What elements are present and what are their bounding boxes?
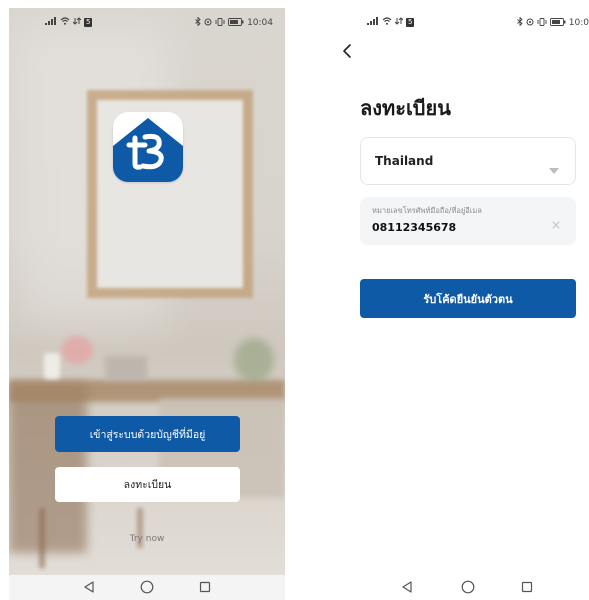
screenshot-stage: 5 10:04 เข้าสู่ระบบด้วยบัญชีที่มีอยู่ ลง… bbox=[0, 0, 589, 600]
bluetooth-icon bbox=[516, 16, 523, 29]
carrier-badge: 5 bbox=[84, 18, 93, 27]
plant-blur bbox=[234, 338, 274, 382]
carrier-badge: 5 bbox=[406, 18, 415, 27]
signal-icon bbox=[45, 17, 57, 28]
clear-icon[interactable] bbox=[551, 215, 561, 229]
battery-icon bbox=[549, 17, 566, 29]
vibrate-icon bbox=[537, 17, 547, 29]
get-verification-code-button[interactable]: รับโค้ดยืนยันตัวตน bbox=[360, 279, 576, 318]
tb-logo-icon bbox=[113, 112, 183, 182]
country-value: Thailand bbox=[375, 154, 434, 168]
bluetooth-icon bbox=[195, 16, 201, 29]
phone-email-value: 08112345678 bbox=[372, 221, 457, 234]
home-circle-icon[interactable] bbox=[459, 579, 477, 595]
heart-decoration bbox=[61, 336, 93, 364]
login-existing-account-button[interactable]: เข้าสู่ระบบด้วยบัญชีที่มีอยู่ bbox=[55, 416, 240, 452]
wifi-icon bbox=[382, 17, 392, 28]
vase-blur bbox=[44, 353, 60, 379]
signal-icon bbox=[367, 17, 379, 28]
back-triangle-icon[interactable] bbox=[398, 579, 416, 595]
page-title: ลงทะเบียน bbox=[360, 96, 451, 120]
wifi-icon bbox=[60, 17, 70, 28]
navigation-bar bbox=[9, 575, 285, 600]
status-bar: 5 10:04 bbox=[9, 8, 285, 34]
navigation-bar bbox=[320, 575, 589, 600]
try-now-link[interactable]: Try now bbox=[9, 534, 285, 544]
chevron-down-icon bbox=[549, 159, 559, 178]
phone-email-field[interactable]: หมายเลขโทรศัพท์มือถือ/ที่อยู่อีเมล 08112… bbox=[360, 197, 576, 245]
back-triangle-icon[interactable] bbox=[80, 579, 98, 595]
welcome-screen: 5 10:04 เข้าสู่ระบบด้วยบัญชีที่มีอยู่ ลง… bbox=[9, 8, 285, 600]
status-bar: 5 10:0 bbox=[320, 8, 589, 34]
home-circle-icon[interactable] bbox=[138, 579, 156, 595]
back-arrow-icon[interactable] bbox=[340, 43, 354, 59]
country-select[interactable]: Thailand bbox=[360, 137, 576, 185]
phone-email-label: หมายเลขโทรศัพท์มือถือ/ที่อยู่อีเมล bbox=[372, 206, 482, 215]
location-icon bbox=[526, 18, 534, 29]
register-screen: 5 10:0 ลงทะเบียน Thailand หมายเลขโทรศัพท… bbox=[320, 8, 589, 600]
status-time: 10:0 bbox=[568, 18, 589, 28]
vibrate-icon bbox=[215, 17, 225, 29]
books-blur bbox=[105, 356, 147, 380]
register-button[interactable]: ลงทะเบียน bbox=[55, 467, 240, 502]
recents-square-icon[interactable] bbox=[196, 579, 214, 595]
data-icon bbox=[394, 17, 404, 28]
status-time: 10:04 bbox=[247, 18, 273, 28]
location-icon bbox=[204, 18, 212, 29]
battery-icon bbox=[228, 17, 244, 29]
recents-square-icon[interactable] bbox=[518, 579, 536, 595]
data-icon bbox=[72, 17, 82, 28]
